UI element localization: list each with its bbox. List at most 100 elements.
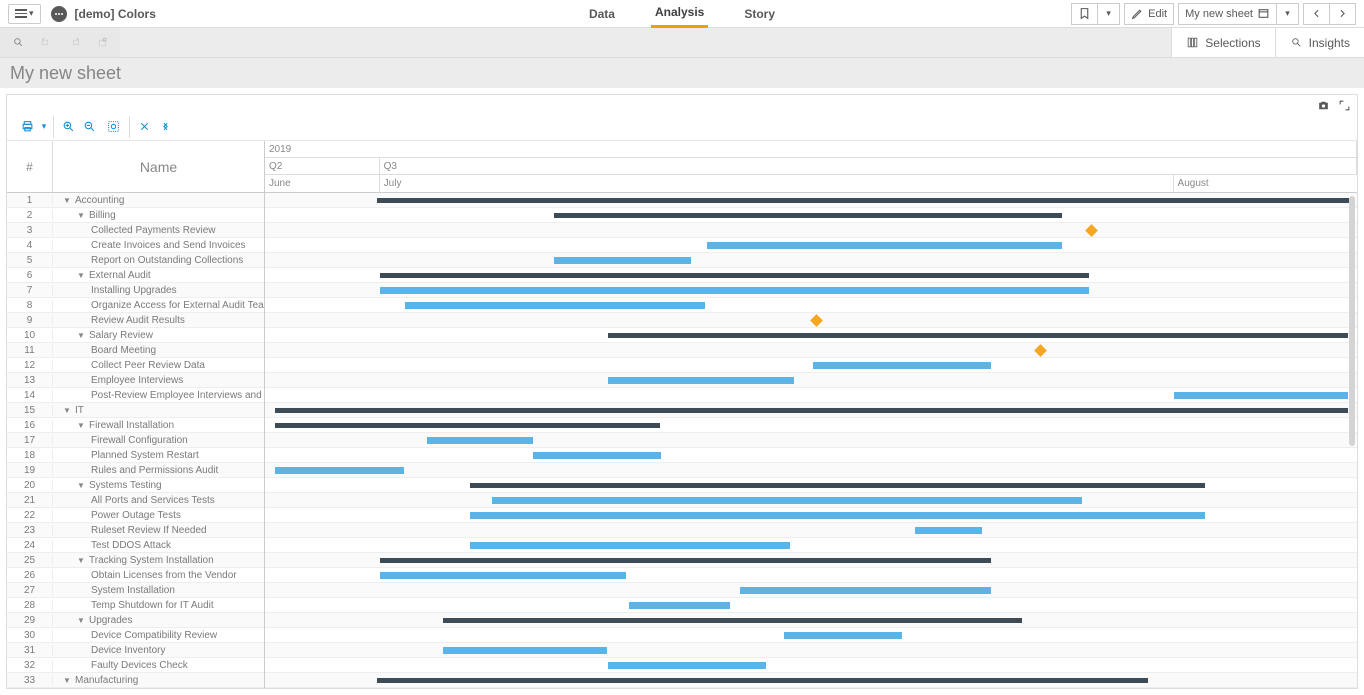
tree-toggle-icon[interactable]: ▼: [77, 616, 85, 625]
task-bar[interactable]: [608, 662, 766, 669]
summary-bar[interactable]: [470, 483, 1205, 488]
table-row[interactable]: 14Post-Review Employee Interviews and No…: [7, 388, 264, 403]
task-bar[interactable]: [380, 572, 627, 579]
summary-bar[interactable]: [380, 273, 1090, 278]
table-row[interactable]: 13Employee Interviews: [7, 373, 264, 388]
table-row[interactable]: 27System Installation: [7, 583, 264, 598]
tab-analysis[interactable]: Analysis: [651, 0, 708, 28]
zoom-out-button[interactable]: [77, 116, 101, 138]
table-row[interactable]: 11Board Meeting: [7, 343, 264, 358]
tree-toggle-icon[interactable]: ▼: [77, 211, 85, 220]
task-bar[interactable]: [608, 377, 794, 384]
table-row[interactable]: 25▼Tracking System Installation: [7, 553, 264, 568]
task-bar[interactable]: [784, 632, 902, 639]
table-row[interactable]: 10▼Salary Review: [7, 328, 264, 343]
tree-toggle-icon[interactable]: ▼: [77, 556, 85, 565]
task-bar[interactable]: [492, 497, 1082, 504]
summary-bar[interactable]: [443, 618, 1022, 623]
vertical-scrollbar[interactable]: [1349, 196, 1355, 446]
task-bar[interactable]: [813, 362, 991, 369]
tree-toggle-icon[interactable]: ▼: [63, 196, 71, 205]
fullscreen-button[interactable]: [1338, 99, 1351, 115]
bookmark-button[interactable]: [1071, 3, 1098, 25]
col-header-num[interactable]: #: [7, 141, 53, 192]
table-row[interactable]: 20▼Systems Testing: [7, 478, 264, 493]
prev-sheet-button[interactable]: [1303, 3, 1330, 25]
table-row[interactable]: 28Temp Shutdown for IT Audit: [7, 598, 264, 613]
print-button[interactable]: [15, 116, 39, 138]
task-bar[interactable]: [554, 257, 691, 264]
summary-bar[interactable]: [608, 333, 1348, 338]
table-row[interactable]: 19Rules and Permissions Audit: [7, 463, 264, 478]
table-row[interactable]: 29▼Upgrades: [7, 613, 264, 628]
table-row[interactable]: 31Device Inventory: [7, 643, 264, 658]
task-bar[interactable]: [707, 242, 1062, 249]
task-bar[interactable]: [470, 512, 1205, 519]
time-body[interactable]: [265, 193, 1357, 688]
main-menu-button[interactable]: ▾: [8, 4, 41, 24]
table-row[interactable]: 33▼Manufacturing: [7, 673, 264, 688]
table-row[interactable]: 15▼IT: [7, 403, 264, 418]
task-bar[interactable]: [915, 527, 983, 534]
table-row[interactable]: 32Faulty Devices Check: [7, 658, 264, 673]
table-row[interactable]: 3Collected Payments Review: [7, 223, 264, 238]
next-sheet-button[interactable]: [1330, 3, 1356, 25]
table-row[interactable]: 2▼Billing: [7, 208, 264, 223]
table-row[interactable]: 12Collect Peer Review Data: [7, 358, 264, 373]
tree-toggle-icon[interactable]: ▼: [77, 481, 85, 490]
tree-toggle-icon[interactable]: ▼: [63, 406, 71, 415]
task-bar[interactable]: [1174, 392, 1349, 399]
edit-button[interactable]: Edit: [1124, 3, 1174, 25]
collapse-all-button[interactable]: [153, 116, 177, 138]
print-dropdown[interactable]: ▾: [39, 116, 49, 138]
tree-toggle-icon[interactable]: ▼: [77, 271, 85, 280]
sheet-selector[interactable]: My new sheet: [1178, 3, 1277, 25]
table-row[interactable]: 7Installing Upgrades: [7, 283, 264, 298]
step-forward-button[interactable]: [60, 28, 88, 57]
milestone-marker[interactable]: [811, 314, 824, 327]
task-bar[interactable]: [470, 542, 790, 549]
task-bar[interactable]: [533, 452, 662, 459]
summary-bar[interactable]: [275, 408, 1348, 413]
summary-bar[interactable]: [377, 198, 1349, 203]
step-back-button[interactable]: [32, 28, 60, 57]
table-row[interactable]: 17Firewall Configuration: [7, 433, 264, 448]
table-row[interactable]: 8Organize Access for External Audit Team: [7, 298, 264, 313]
tree-toggle-icon[interactable]: ▼: [77, 331, 85, 340]
bookmark-dropdown[interactable]: ▾: [1098, 3, 1120, 25]
table-row[interactable]: 21All Ports and Services Tests: [7, 493, 264, 508]
table-row[interactable]: 1▼Accounting: [7, 193, 264, 208]
selections-panel-button[interactable]: Selections: [1171, 28, 1274, 57]
table-row[interactable]: 5Report on Outstanding Collections: [7, 253, 264, 268]
table-row[interactable]: 30Device Compatibility Review: [7, 628, 264, 643]
task-bar[interactable]: [740, 587, 991, 594]
tree-toggle-icon[interactable]: ▼: [77, 421, 85, 430]
sheet-dropdown[interactable]: ▾: [1277, 3, 1299, 25]
tree-toggle-icon[interactable]: ▼: [63, 676, 71, 685]
zoom-in-button[interactable]: [53, 116, 77, 138]
table-row[interactable]: 26Obtain Licenses from the Vendor: [7, 568, 264, 583]
tab-story[interactable]: Story: [740, 1, 779, 27]
task-bar[interactable]: [275, 467, 404, 474]
summary-bar[interactable]: [377, 678, 1148, 683]
task-bar[interactable]: [443, 647, 607, 654]
zoom-fit-button[interactable]: [101, 116, 125, 138]
summary-bar[interactable]: [275, 423, 660, 428]
table-row[interactable]: 6▼External Audit: [7, 268, 264, 283]
table-row[interactable]: 22Power Outage Tests: [7, 508, 264, 523]
task-bar[interactable]: [405, 302, 705, 309]
task-bar[interactable]: [427, 437, 533, 444]
task-bar[interactable]: [380, 287, 1090, 294]
tab-data[interactable]: Data: [585, 1, 619, 27]
col-header-name[interactable]: Name: [53, 141, 264, 192]
table-row[interactable]: 16▼Firewall Installation: [7, 418, 264, 433]
table-row[interactable]: 24Test DDOS Attack: [7, 538, 264, 553]
insights-panel-button[interactable]: Insights: [1275, 28, 1364, 57]
milestone-marker[interactable]: [1085, 224, 1098, 237]
expand-all-button[interactable]: [129, 116, 153, 138]
clear-selections-button[interactable]: [88, 28, 116, 57]
table-row[interactable]: 9Review Audit Results: [7, 313, 264, 328]
snapshot-button[interactable]: [1317, 99, 1330, 115]
table-row[interactable]: 4Create Invoices and Send Invoices: [7, 238, 264, 253]
smart-search-button[interactable]: [4, 28, 32, 57]
